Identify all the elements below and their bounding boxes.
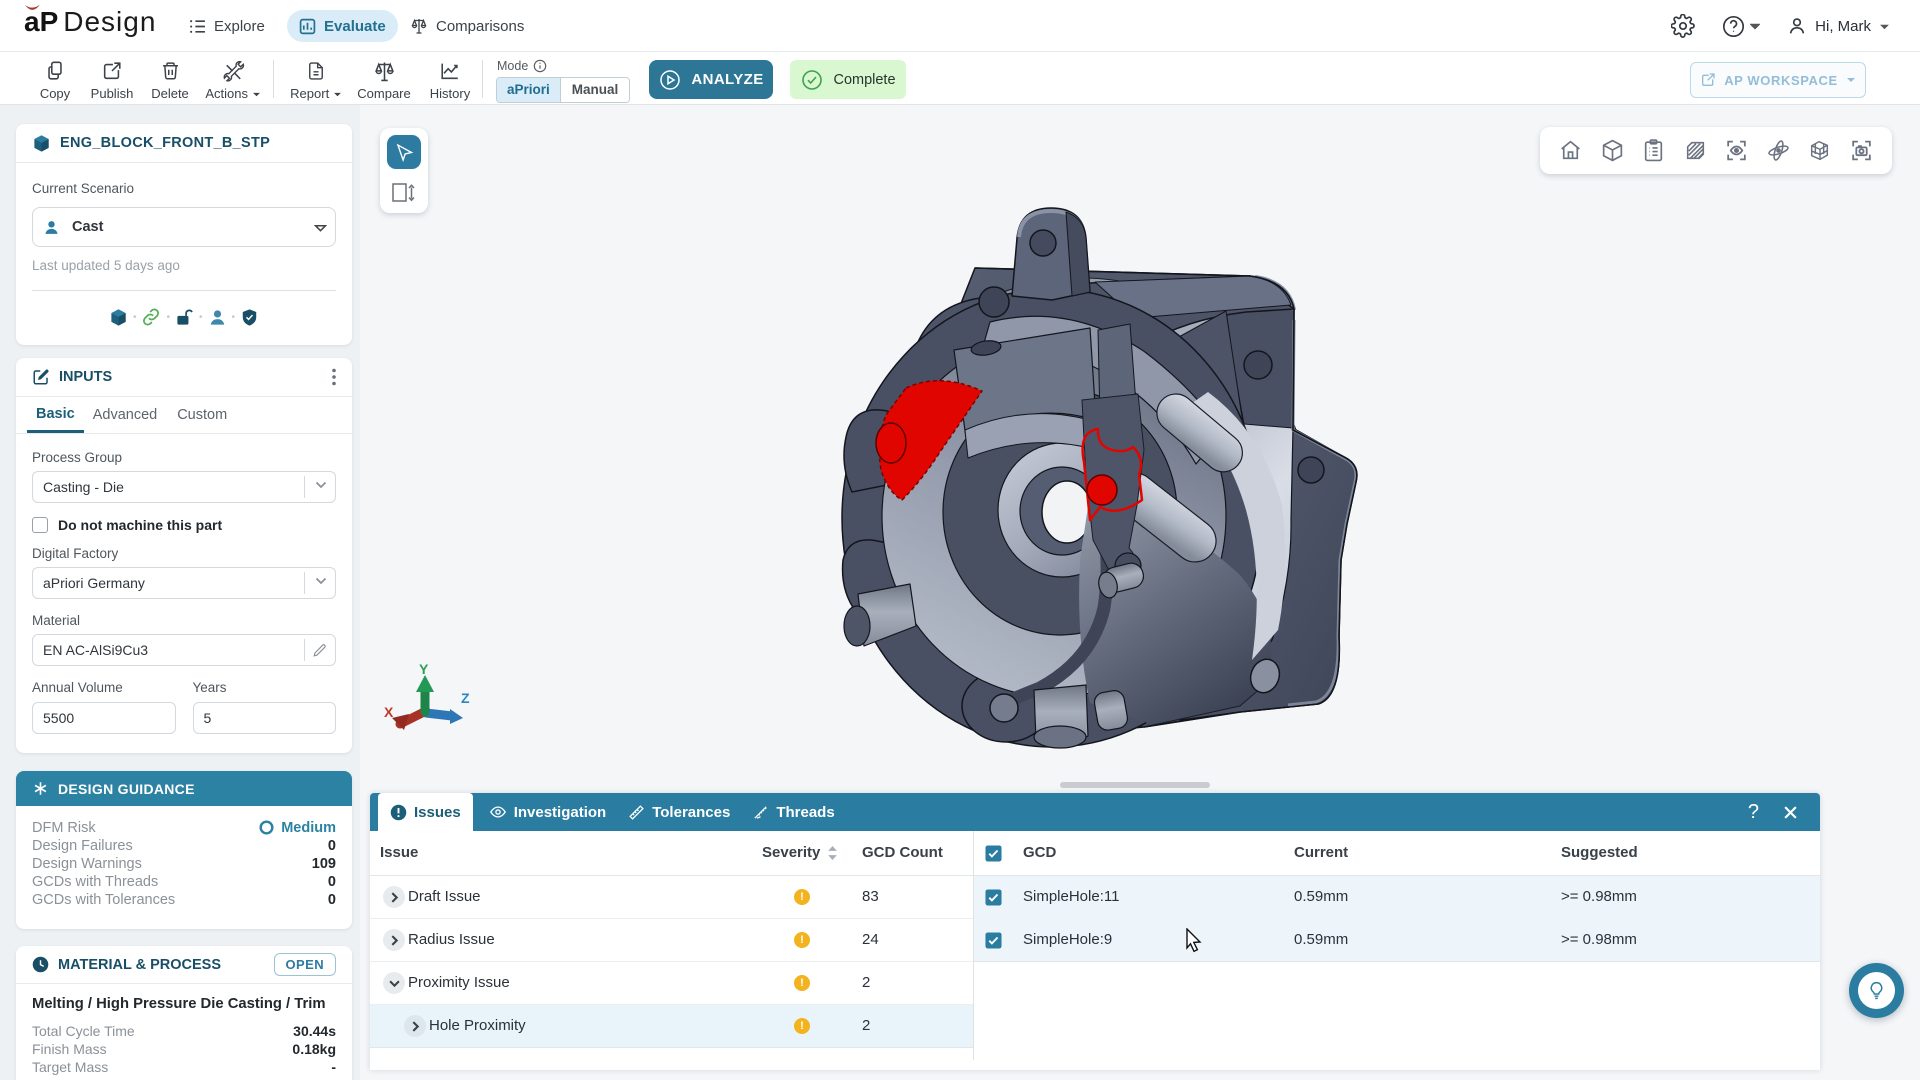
svg-text:Z: Z [461,690,470,706]
svg-text:Y: Y [419,661,429,677]
svg-text:X: X [384,704,394,720]
